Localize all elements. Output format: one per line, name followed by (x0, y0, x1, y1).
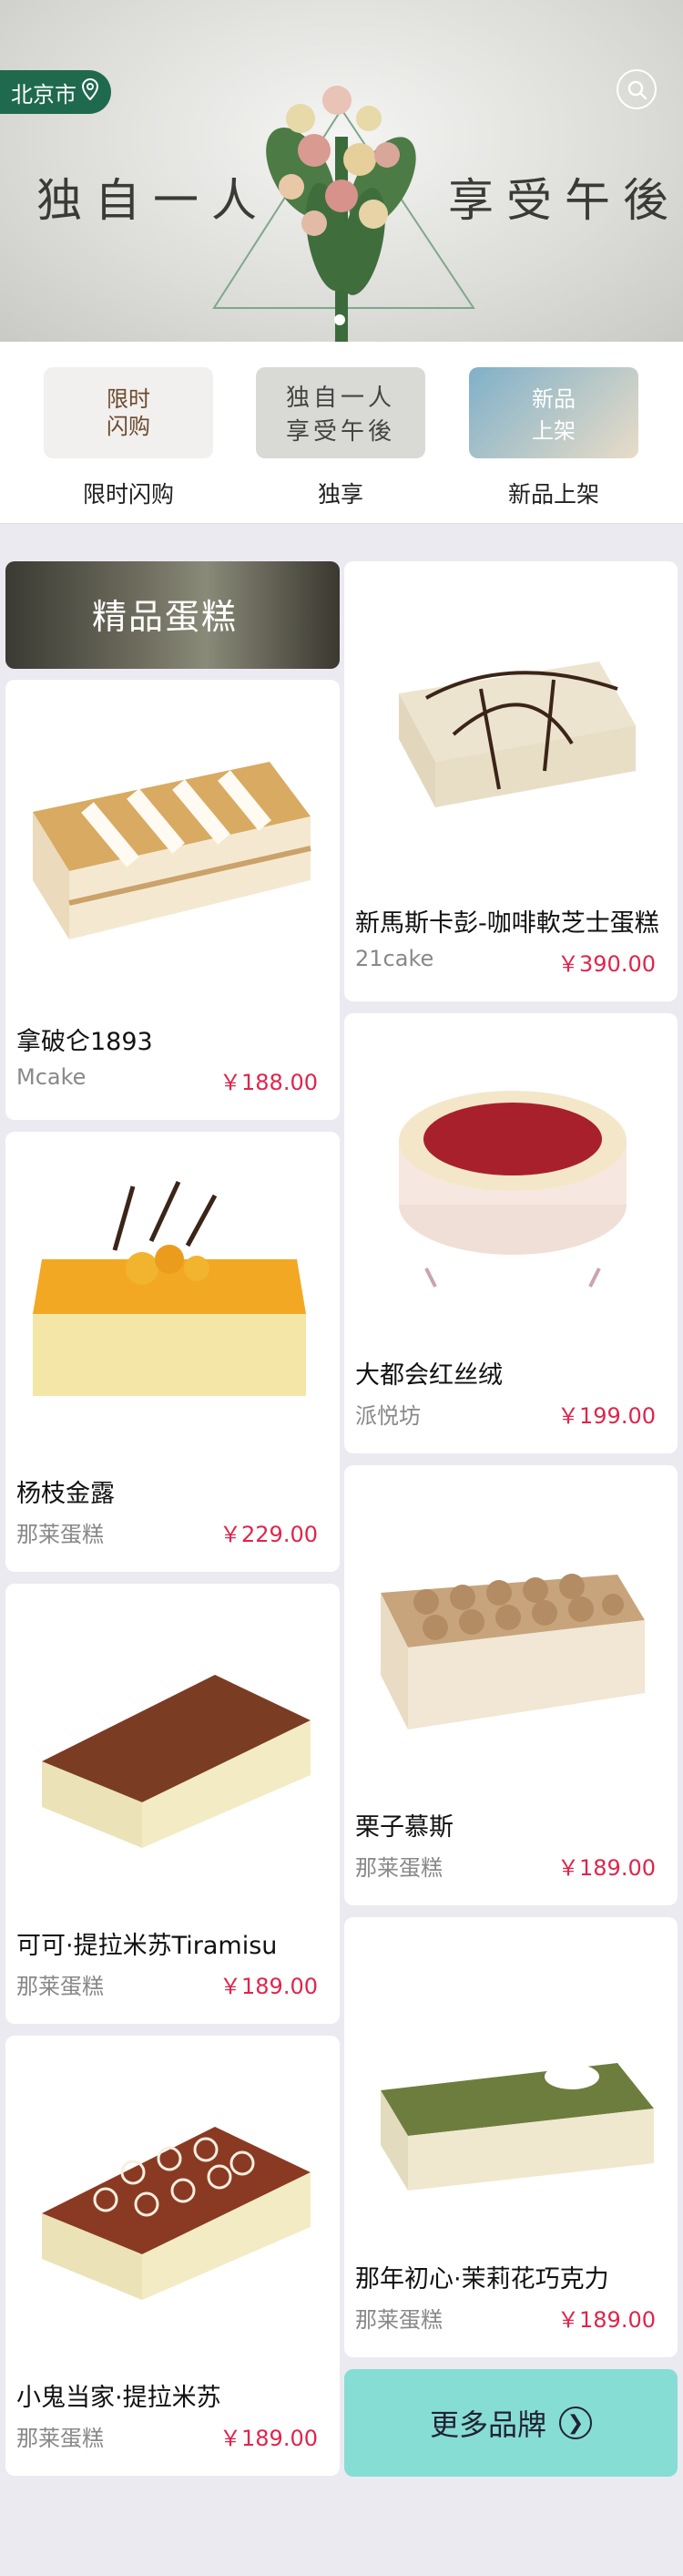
product-image (42, 1675, 311, 1848)
product-card[interactable]: 杨枝金露 那莱蛋糕 ￥229.00 (5, 1132, 340, 1572)
product-price: ￥188.00 (219, 1070, 318, 1095)
carousel-indicator[interactable] (334, 314, 345, 325)
product-card[interactable]: 新馬斯卡彭-咖啡軟芝士蛋糕 21cake ￥390.00 (344, 561, 678, 1001)
category-exclusive[interactable]: 独自一人 享受午後 独享 (254, 367, 427, 509)
product-price: ￥199.00 (557, 1403, 656, 1429)
product-brand: 21cake (355, 946, 434, 971)
product-brand: 那莱蛋糕 (16, 2426, 104, 2451)
more-brands-button[interactable]: 更多品牌 ❯ (344, 2369, 678, 2477)
product-brand: Mcake (16, 1064, 87, 1090)
product-image (381, 1574, 645, 1729)
city-selector[interactable]: 北京市 (0, 70, 111, 114)
product-card[interactable]: 可可·提拉米苏Tiramisu 那莱蛋糕 ￥189.00 (5, 1584, 340, 2024)
product-price: ￥189.00 (557, 2307, 656, 2333)
product-name: 栗子慕斯 (355, 1813, 454, 1842)
product-name: 拿破仑1893 (16, 1028, 153, 1056)
section-banner[interactable]: 精品蛋糕 (5, 561, 340, 669)
product-card[interactable]: 那年初心·茉莉花巧克力 那莱蛋糕 ￥189.00 (344, 1917, 678, 2357)
location-pin-icon (81, 77, 99, 106)
category-flash-sale[interactable]: 限时 闪购 限时闪购 (42, 367, 215, 509)
product-brand: 那莱蛋糕 (355, 1855, 443, 1881)
product-brand: 那莱蛋糕 (16, 1522, 104, 1547)
section-title: 精品蛋糕 (92, 597, 239, 637)
product-price: ￥390.00 (557, 951, 656, 977)
category-thumb: 新品 上架 (469, 367, 638, 458)
product-card[interactable]: 栗子慕斯 那莱蛋糕 ￥189.00 (344, 1465, 678, 1905)
top-banner[interactable]: 独自一人 享受午後 北京市 (0, 0, 683, 342)
more-brands-label: 更多品牌 (429, 2407, 546, 2442)
product-card[interactable]: 拿破仑1893 Mcake ￥188.00 (5, 680, 340, 1120)
product-price: ￥189.00 (557, 1855, 656, 1881)
product-name: 可可·提拉米苏Tiramisu (16, 1932, 278, 1960)
product-name: 大都会红丝绒 (355, 1361, 503, 1390)
product-image (33, 1180, 306, 1396)
product-card[interactable]: 小鬼当家·提拉米苏 那莱蛋糕 ￥189.00 (5, 2036, 340, 2476)
product-brand: 那莱蛋糕 (355, 2307, 443, 2333)
product-brand: 那莱蛋糕 (16, 1974, 104, 1999)
product-image (42, 2127, 311, 2300)
product-price: ￥189.00 (219, 1974, 318, 1999)
category-new-arrivals[interactable]: 新品 上架 新品上架 (467, 367, 640, 509)
chevron-right-icon: ❯ (559, 2407, 592, 2439)
city-label: 北京市 (11, 81, 76, 108)
product-name: 那年初心·茉莉花巧克力 (355, 2265, 609, 2294)
search-icon[interactable] (617, 69, 657, 109)
product-brand: 派悦坊 (355, 1403, 421, 1429)
product-name: 新馬斯卡彭-咖啡軟芝士蛋糕 (355, 909, 659, 938)
banner-slogan-right: 享受午後 (448, 174, 681, 227)
category-nav: 限时 闪购 限时闪购 独自一人 享受午後 独享 新品 上架 新品上架 (0, 342, 683, 524)
product-price: ￥189.00 (219, 2426, 318, 2451)
banner-slogan-left: 独自一人 (36, 174, 270, 227)
product-name: 杨枝金露 (16, 1480, 115, 1508)
category-label: 独享 (317, 481, 363, 508)
product-image (399, 1091, 627, 1288)
product-card[interactable]: 大都会红丝绒 派悦坊 ￥199.00 (344, 1013, 678, 1453)
category-label: 限时闪购 (82, 481, 174, 508)
category-label: 新品上架 (507, 481, 599, 508)
product-image (381, 2063, 654, 2191)
product-image (33, 762, 311, 939)
category-thumb: 限时 闪购 (44, 367, 213, 458)
product-image (399, 662, 636, 807)
product-name: 小鬼当家·提拉米苏 (16, 2384, 221, 2412)
category-thumb: 独自一人 享受午後 (256, 367, 425, 458)
product-price: ￥229.00 (219, 1522, 318, 1547)
